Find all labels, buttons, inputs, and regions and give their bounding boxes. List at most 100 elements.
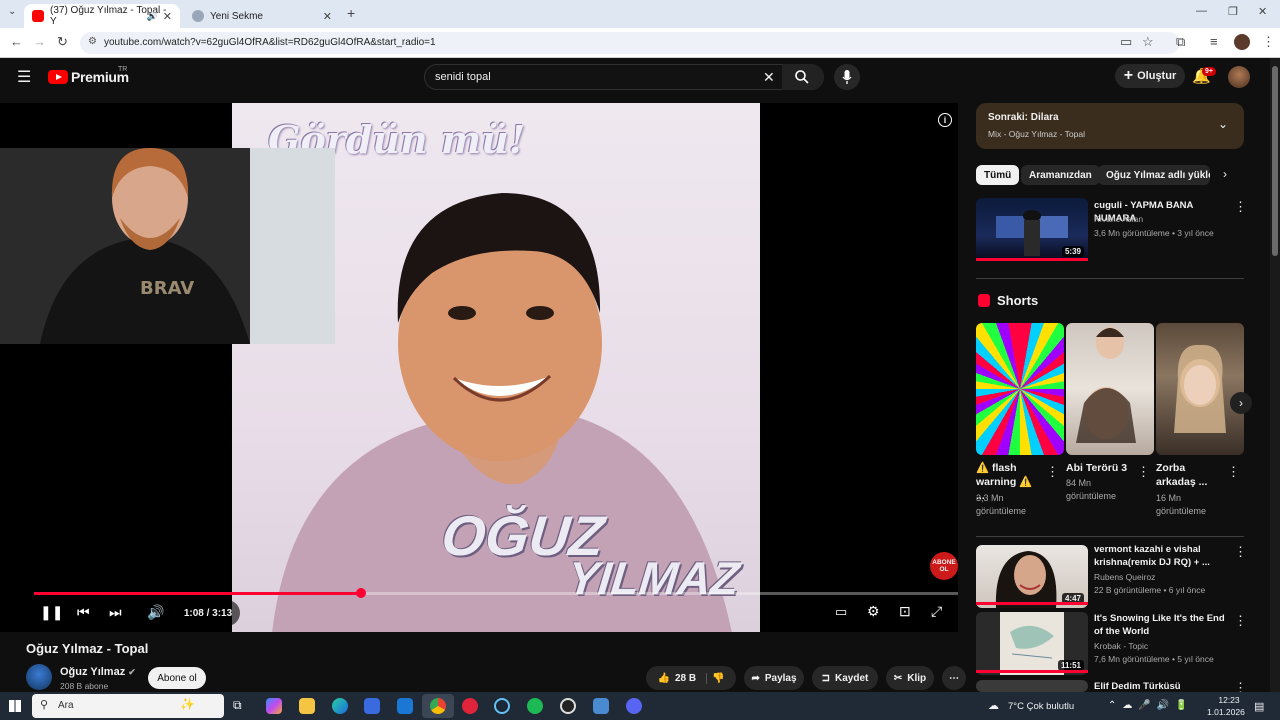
voice-search-button[interactable] [834, 64, 860, 90]
clock-date[interactable]: 1.01.2026 [1207, 707, 1245, 717]
clip-button[interactable]: ✂ Klip [886, 666, 934, 690]
kebab-menu-icon[interactable]: ⋮ [1046, 464, 1059, 480]
reload-icon[interactable]: ↻ [57, 34, 68, 50]
steam-icon[interactable] [494, 698, 510, 714]
fullscreen-icon[interactable]: ⤢ [931, 603, 942, 620]
hamburger-menu-icon[interactable]: ☰ [17, 67, 31, 87]
weather-text[interactable]: 7°C Çok bulutlu [1008, 701, 1074, 712]
kebab-menu-icon[interactable]: ⋮ [1234, 544, 1247, 560]
create-button[interactable]: + Oluştur [1115, 64, 1185, 88]
youtube-logo-icon[interactable] [48, 70, 68, 84]
channel-avatar[interactable] [26, 664, 52, 690]
settings-gear-icon[interactable]: ⚙ [867, 603, 880, 620]
channel-name[interactable]: Oğuz Yılmaz ✔ [60, 666, 136, 678]
chevron-down-icon[interactable]: ⌄ [1218, 117, 1228, 131]
tab-new[interactable]: Yeni Sekme ✕ [184, 4, 340, 28]
close-window-icon[interactable]: ✕ [1258, 5, 1267, 18]
close-tab-icon[interactable]: ✕ [163, 10, 172, 23]
up-next-panel[interactable]: Sonraki: Dilara Mix - Oğuz Yılmaz - Topa… [976, 103, 1244, 149]
copilot-icon[interactable] [266, 698, 282, 714]
related-title[interactable]: vermont kazahi e vishal krishna(remix DJ… [1094, 543, 1234, 569]
search-input[interactable]: senidi topal ✕ [424, 64, 824, 90]
related-channel[interactable]: Krobak - Topic [1094, 640, 1148, 652]
profile-avatar[interactable] [1234, 34, 1250, 50]
related-channel[interactable]: Kıvanc Aslan [1094, 213, 1143, 225]
media-icon[interactable]: ≡ [1210, 34, 1218, 49]
url-field[interactable]: ⚙ youtube.com/watch?v=62guGl4OfRA&list=R… [80, 32, 1180, 54]
subscribe-watermark[interactable]: ABONE OL [930, 552, 958, 580]
chip-all[interactable]: Tümü [976, 165, 1020, 185]
forward-icon[interactable]: → [33, 34, 46, 49]
progress-bar[interactable] [34, 588, 958, 598]
cast-icon[interactable]: ▭ [1120, 34, 1132, 50]
close-tab-icon[interactable]: ✕ [323, 10, 332, 23]
related-thumbnail[interactable] [976, 680, 1088, 692]
more-actions-button[interactable]: ⋯ [942, 666, 966, 690]
short-title[interactable]: Zorba arkadaş ... [1156, 461, 1222, 489]
kebab-menu-icon[interactable]: ⋮ [1234, 613, 1247, 629]
shorts-next-icon[interactable]: › [1230, 392, 1252, 414]
subtitles-icon[interactable]: ▭ [835, 604, 847, 620]
kebab-menu-icon[interactable]: ⋮ [1137, 464, 1150, 480]
bookmark-star-icon[interactable]: ☆ [1142, 34, 1154, 50]
related-thumbnail[interactable]: 11:51 [976, 612, 1088, 675]
chrome-icon[interactable] [430, 698, 446, 714]
volume-icon[interactable]: 🔊 [147, 604, 164, 621]
related-thumbnail[interactable]: 5:39 [976, 198, 1088, 261]
store-icon[interactable] [364, 698, 380, 714]
like-button[interactable]: 👍 28 B [657, 672, 708, 684]
speaker-icon[interactable]: 🔊 [147, 11, 158, 22]
share-button[interactable]: ➦ Paylaş [744, 666, 804, 690]
clear-search-icon[interactable]: ✕ [763, 69, 775, 86]
spotify-icon[interactable] [527, 698, 543, 714]
task-view-icon[interactable]: ⧉ [233, 698, 249, 714]
chevron-right-icon[interactable]: › [1223, 167, 1227, 181]
next-icon[interactable]: ⏭ [109, 604, 122, 621]
mail-icon[interactable] [397, 698, 413, 714]
short-thumbnail[interactable] [1156, 323, 1244, 455]
discord-icon[interactable] [626, 698, 642, 714]
menu-dots-icon[interactable]: ⋮ [1262, 34, 1275, 50]
short-title[interactable]: Abi Terörü 3 [1066, 461, 1132, 475]
tab-youtube[interactable]: (37) Oğuz Yılmaz - Topal - Y 🔊 ✕ [24, 4, 180, 28]
tab-search-icon[interactable]: ⌄ [8, 6, 16, 17]
short-thumbnail[interactable] [976, 323, 1064, 455]
site-info-icon[interactable]: ⚙ [88, 36, 97, 47]
taskbar-search-input[interactable]: ⚲ Ara ✨ [32, 694, 224, 718]
save-button[interactable]: ⊐ Kaydet [812, 666, 878, 690]
account-avatar[interactable] [1228, 66, 1250, 88]
theater-mode-icon[interactable]: ⊡ [899, 603, 911, 620]
copilot-sparkle-icon: ✨ [180, 697, 195, 711]
extensions-icon[interactable]: ⧉ [1176, 34, 1185, 50]
new-tab-icon[interactable]: + [347, 5, 355, 21]
dislike-icon[interactable]: 👎 [712, 673, 724, 684]
info-icon[interactable]: i [938, 113, 952, 127]
subscribe-button[interactable]: Abone ol [148, 667, 206, 689]
related-thumbnail[interactable]: 4:47 [976, 545, 1088, 608]
previous-icon[interactable]: ⏮ [77, 604, 90, 621]
minimize-icon[interactable]: — [1196, 5, 1207, 17]
windows-start-icon[interactable] [9, 700, 21, 712]
opera-icon[interactable] [462, 698, 478, 714]
app-icon[interactable] [593, 698, 609, 714]
chip-from-search[interactable]: Aramanızdan [1021, 165, 1100, 185]
clock-time[interactable]: 12:23 [1214, 695, 1244, 705]
kebab-menu-icon[interactable]: ⋮ [1227, 464, 1240, 480]
edge-icon[interactable] [332, 698, 348, 714]
obs-icon[interactable] [560, 698, 576, 714]
restore-icon[interactable]: ❐ [1228, 5, 1238, 18]
address-bar-row: ← → ↻ ⚙ youtube.com/watch?v=62guGl4OfRA&… [0, 28, 1280, 58]
search-button[interactable] [782, 64, 824, 90]
notification-center-icon[interactable]: ▤ [1254, 700, 1264, 713]
chip-uploader[interactable]: Oğuz Yılmaz adlı yükleyici [1098, 165, 1210, 185]
back-icon[interactable]: ← [10, 34, 23, 49]
kebab-menu-icon[interactable]: ⋮ [1234, 199, 1247, 215]
file-explorer-icon[interactable] [299, 698, 315, 714]
system-tray-icons[interactable]: ⌃☁🎤🔊🔋 [1108, 700, 1194, 711]
short-thumbnail[interactable] [1066, 323, 1154, 455]
related-channel[interactable]: Rubens Queiroz [1094, 571, 1155, 583]
weather-icon[interactable]: ☁ [988, 699, 999, 712]
scrollbar-thumb[interactable] [1272, 66, 1278, 256]
pause-icon[interactable]: ❚❚ [40, 604, 63, 621]
related-title[interactable]: It's Snowing Like It's the End of the Wo… [1094, 612, 1234, 638]
